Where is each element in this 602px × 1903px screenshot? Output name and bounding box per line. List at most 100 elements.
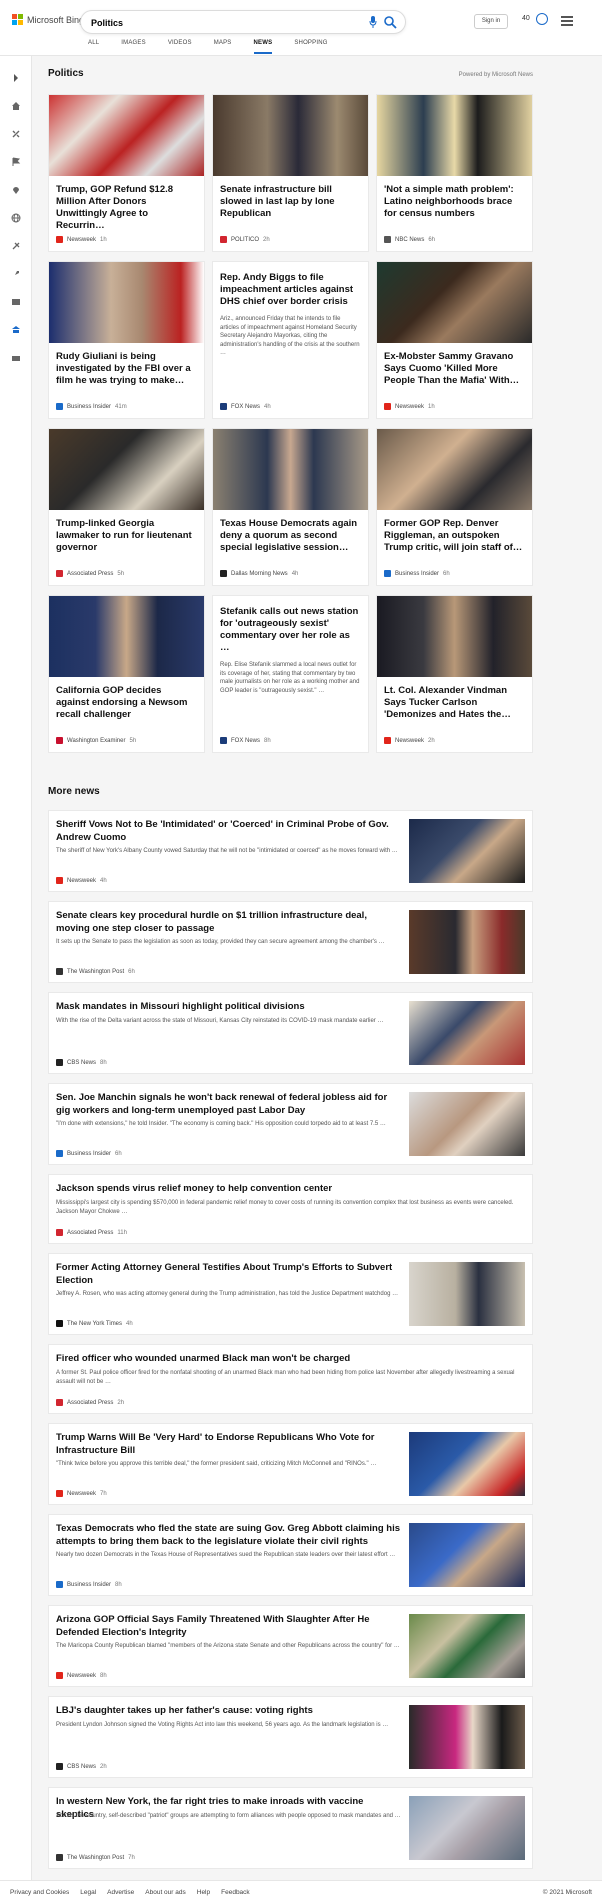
item-source: CBS News 8h: [56, 1059, 107, 1066]
news-card[interactable]: Trump-linked Georgia lawmaker to run for…: [48, 428, 205, 586]
source-name: NBC News: [395, 236, 425, 243]
item-description: A former St. Paul police officer fired f…: [56, 1370, 515, 1385]
article-age: 7h: [128, 1854, 135, 1861]
government-bank-icon[interactable]: [11, 322, 21, 333]
more-news-item[interactable]: Fired officer who wounded unarmed Black …: [48, 1344, 533, 1414]
rewards-medal-icon[interactable]: [536, 13, 548, 25]
article-age: 11h: [117, 1229, 127, 1236]
more-news-item[interactable]: Sheriff Vows Not to Be 'Intimidated' or …: [48, 810, 533, 892]
more-news-item[interactable]: Arizona GOP Official Says Family Threate…: [48, 1605, 533, 1687]
footer-link-about-ads[interactable]: About our ads: [145, 1889, 185, 1896]
footer-link-legal[interactable]: Legal: [80, 1889, 96, 1896]
item-source: Business Insider 8h: [56, 1581, 122, 1588]
news-image: [377, 262, 532, 343]
tab-shopping[interactable]: SHOPPING: [294, 40, 327, 54]
discover-icon[interactable]: [11, 126, 21, 138]
card-source: Newsweek 1h: [56, 236, 107, 243]
source-name: Washington Examiner: [67, 737, 126, 744]
source-name: Associated Press: [67, 570, 114, 577]
item-description: Jeffrey A. Rosen, who was acting attorne…: [56, 1291, 399, 1297]
footer-link-advertise[interactable]: Advertise: [107, 1889, 134, 1896]
card-source: Newsweek 2h: [384, 737, 435, 744]
source-name: FOX News: [231, 403, 261, 410]
flag-icon[interactable]: [11, 154, 21, 166]
source-logo-icon: [384, 236, 391, 243]
footer-links: Privacy and Cookies Legal Advertise Abou…: [10, 1889, 250, 1896]
search-input[interactable]: [91, 15, 351, 31]
news-card[interactable]: Senate infrastructure bill slowed in las…: [212, 94, 369, 252]
rewards-count[interactable]: 40: [522, 15, 530, 22]
expand-sidebar-icon[interactable]: [11, 70, 21, 82]
search-icon[interactable]: [383, 15, 397, 29]
source-name: CBS News: [67, 1763, 97, 1770]
globe-icon[interactable]: [11, 210, 21, 223]
more-news-item[interactable]: Sen. Joe Manchin signals he won't back r…: [48, 1083, 533, 1165]
tab-images[interactable]: IMAGES: [121, 40, 146, 54]
news-card[interactable]: Stefanik calls out news station for 'out…: [212, 595, 369, 753]
politics-icon[interactable]: [11, 238, 21, 250]
news-image: [377, 596, 532, 677]
card-title: Rudy Giuliani is being investigated by t…: [56, 351, 191, 386]
news-image: [49, 429, 204, 510]
article-age: 6h: [128, 968, 135, 975]
item-source: Newsweek 8h: [56, 1672, 107, 1679]
footer-link-help[interactable]: Help: [197, 1889, 210, 1896]
more-news-item[interactable]: Trump Warns Will Be 'Very Hard' to Endor…: [48, 1423, 533, 1505]
more-news-item[interactable]: Senate clears key procedural hurdle on $…: [48, 901, 533, 983]
news-card[interactable]: Lt. Col. Alexander Vindman Says Tucker C…: [376, 595, 533, 753]
news-card[interactable]: Rep. Andy Biggs to file impeachment arti…: [212, 261, 369, 419]
item-thumbnail: [409, 1432, 525, 1496]
item-description: President Lyndon Johnson signed the Voti…: [56, 1722, 389, 1728]
more-news-item[interactable]: Former Acting Attorney General Testifies…: [48, 1253, 533, 1335]
more-news-item[interactable]: Jackson spends virus relief money to hel…: [48, 1174, 533, 1244]
news-card[interactable]: Texas House Democrats again deny a quoru…: [212, 428, 369, 586]
powered-by[interactable]: Powered by Microsoft News: [459, 72, 533, 78]
news-card[interactable]: Ex-Mobster Sammy Gravano Says Cuomo 'Kil…: [376, 261, 533, 419]
card-source: Dallas Morning News 4h: [220, 570, 298, 577]
home-icon[interactable]: [11, 98, 21, 110]
article-age: 6h: [115, 1150, 122, 1157]
tab-all[interactable]: ALL: [88, 40, 99, 54]
item-description: The sheriff of New York's Albany County …: [56, 848, 398, 854]
item-title: Senate clears key procedural hurdle on $…: [56, 910, 367, 934]
footer-link-feedback[interactable]: Feedback: [221, 1889, 250, 1896]
science-rocket-icon[interactable]: [11, 266, 21, 277]
news-card[interactable]: Former GOP Rep. Denver Riggleman, an out…: [376, 428, 533, 586]
top-header: Microsoft Bing ALL IMAGES VIDEOS MAPS NE…: [0, 0, 602, 56]
tab-videos[interactable]: VIDEOS: [168, 40, 192, 54]
news-card[interactable]: Rudy Giuliani is being investigated by t…: [48, 261, 205, 419]
source-logo-icon: [384, 570, 391, 577]
card-source: FOX News 4h: [220, 403, 271, 410]
news-card[interactable]: Trump, GOP Refund $12.8 Million After Do…: [48, 94, 205, 252]
source-name: Newsweek: [67, 1672, 97, 1679]
source-name: Newsweek: [395, 403, 425, 410]
more-news-item[interactable]: LBJ's daughter takes up her father's cau…: [48, 1696, 533, 1778]
source-logo-icon: [56, 1490, 63, 1497]
tab-maps[interactable]: MAPS: [214, 40, 232, 54]
hamburger-menu-icon[interactable]: [561, 16, 573, 26]
local-pin-icon[interactable]: [11, 182, 21, 194]
source-logo-icon: [56, 403, 63, 410]
bing-logo[interactable]: Microsoft Bing: [12, 14, 84, 25]
source-name: POLITICO: [231, 236, 260, 243]
item-thumbnail: [409, 910, 525, 974]
money-icon[interactable]: [11, 350, 21, 361]
source-logo-icon: [384, 403, 391, 410]
source-name: Newsweek: [67, 1490, 97, 1497]
microphone-icon[interactable]: [369, 16, 377, 28]
news-card[interactable]: California GOP decides against endorsing…: [48, 595, 205, 753]
sign-in-button[interactable]: Sign in: [474, 14, 508, 29]
news-card[interactable]: 'Not a simple math problem': Latino neig…: [376, 94, 533, 252]
item-source: Newsweek 4h: [56, 877, 107, 884]
more-news-item[interactable]: In western New York, the far right tries…: [48, 1787, 533, 1869]
card-title: Texas House Democrats again deny a quoru…: [220, 518, 358, 553]
more-news-item[interactable]: Mask mandates in Missouri highlight poli…: [48, 992, 533, 1074]
news-image: [213, 429, 368, 510]
tab-news[interactable]: NEWS: [253, 40, 273, 54]
entertainment-icon[interactable]: [11, 294, 21, 305]
article-age: 8h: [115, 1581, 122, 1588]
search-box[interactable]: [80, 10, 406, 34]
more-news-item[interactable]: Texas Democrats who fled the state are s…: [48, 1514, 533, 1596]
article-age: 5h: [117, 570, 125, 577]
footer-link-privacy[interactable]: Privacy and Cookies: [10, 1889, 69, 1896]
